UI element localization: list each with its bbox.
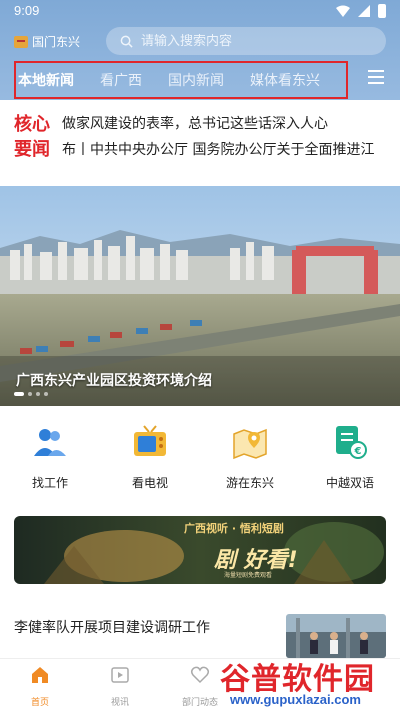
tab-media-dongxing[interactable]: 媒体看东兴 (250, 70, 320, 90)
headline-2[interactable]: 布丨中共中央办公厅 国务院办公厅关于全面推进江 (62, 139, 394, 159)
service-label: 找工作 (31, 476, 68, 490)
news-thumbnail (286, 614, 386, 658)
bilingual-icon: € (336, 426, 367, 459)
search-icon (120, 35, 133, 48)
status-bar: 9:09 (0, 0, 400, 24)
tab-guangxi[interactable]: 看广西 (100, 70, 142, 90)
headline-1[interactable]: 做家风建设的表率，总书记这些话深入人心 (62, 113, 394, 133)
video-icon (111, 667, 129, 683)
map-icon (233, 428, 267, 460)
news-list-item[interactable]: 李健率队开展项目建设调研工作 (14, 614, 386, 658)
news-tabs: 本地新闻 看广西 国内新闻 媒体看东兴 (14, 61, 348, 99)
svg-text:€: € (354, 446, 362, 457)
banner-caption: 广西东兴产业园区投资环境介绍 (16, 373, 212, 389)
nav-home[interactable]: 首页 (10, 665, 70, 708)
menu-icon[interactable] (368, 70, 384, 84)
tab-local-news[interactable]: 本地新闻 (18, 70, 74, 90)
service-bilingual[interactable]: € 中越双语 (305, 424, 395, 490)
home-icon (32, 667, 48, 683)
carousel-dot (14, 392, 24, 396)
carousel-dot (36, 392, 40, 396)
nav-video[interactable]: 视讯 (90, 665, 150, 708)
tv-icon (134, 425, 166, 456)
site-watermark: 谷普软件园 www.gupuxlazai.com (216, 654, 400, 712)
service-find-job[interactable]: 找工作 (5, 424, 95, 490)
header: 9:09 国门东兴 本地新闻 看广西 国内新闻 媒体看东兴 (0, 0, 400, 100)
wifi-icon (336, 5, 350, 17)
promo-caption: 海量短剧免费观看 (224, 572, 273, 579)
logo-text: 国门东兴 (32, 35, 81, 49)
carousel-indicator (14, 392, 48, 396)
job-icon (34, 429, 66, 456)
gate-logo-icon (14, 35, 28, 48)
signal-icon (358, 5, 370, 17)
carousel-dot (44, 392, 48, 396)
service-grid: 找工作 看电视 游在东兴 € 中越双语 (0, 424, 400, 490)
app-logo[interactable]: 国门东兴 (14, 33, 80, 50)
banner-carousel[interactable]: 广西东兴产业园区投资环境介绍 (0, 186, 400, 406)
service-watch-tv[interactable]: 看电视 (105, 424, 195, 490)
nav-label: 首页 (30, 698, 49, 708)
carousel-dot (28, 392, 32, 396)
service-label: 中越双语 (325, 476, 374, 490)
clock: 9:09 (14, 3, 40, 18)
core-news: 核心要闻 做家风建设的表率，总书记这些话深入人心 布丨中共中央办公厅 国务院办公… (14, 112, 394, 162)
tab-domestic-news[interactable]: 国内新闻 (168, 70, 224, 90)
heart-icon (190, 666, 210, 684)
nav-label: 视讯 (110, 698, 129, 708)
service-label: 游在东兴 (225, 476, 274, 490)
service-tour-dongxing[interactable]: 游在东兴 (205, 424, 295, 490)
battery-icon (378, 4, 386, 18)
watermark-url: www.gupuxlazai.com (230, 692, 361, 707)
promo-subtitle: 广西视听 · 悟利短剧 (184, 522, 284, 535)
news-title: 李健率队开展项目建设调研工作 (14, 620, 210, 636)
search-input[interactable] (141, 33, 361, 49)
service-label: 看电视 (131, 476, 168, 490)
core-news-label: 核心要闻 (14, 114, 50, 160)
promo-banner[interactable]: 广西视听 · 悟利短剧 剧 好看! 海量短剧免费观看 (14, 516, 386, 584)
search-bar[interactable] (106, 27, 386, 55)
